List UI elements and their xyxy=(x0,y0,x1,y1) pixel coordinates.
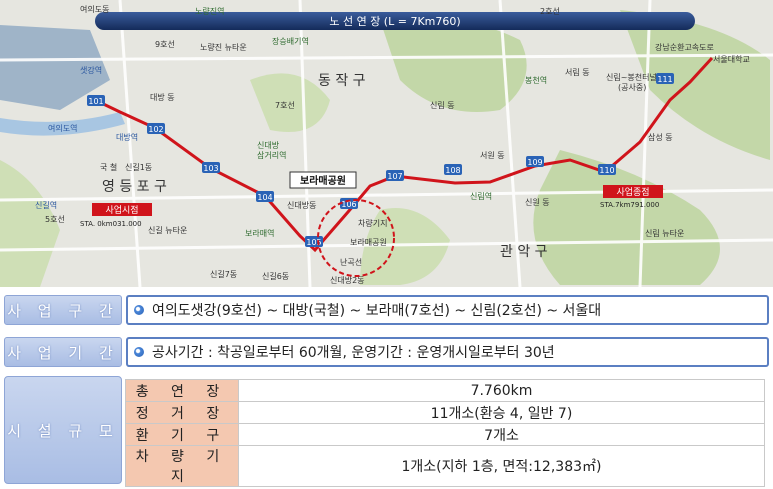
project-period-label: 사 업 기 간 xyxy=(4,337,122,367)
table-row: 총 연 장 7.760km xyxy=(125,379,765,402)
station-marker: 107 xyxy=(386,170,404,181)
svg-text:105: 105 xyxy=(306,238,321,247)
svg-text:109: 109 xyxy=(527,158,542,167)
district-label: 관 악 구 xyxy=(500,244,548,260)
svg-text:신림 뉴타운: 신림 뉴타운 xyxy=(645,228,684,238)
svg-text:신림 동: 신림 동 xyxy=(430,100,455,110)
end-label: 사업종점 xyxy=(616,186,649,198)
svg-text:샛강역: 샛강역 xyxy=(80,65,102,75)
station-marker: 101 xyxy=(87,95,105,106)
start-sta: STA. 0km031.000 xyxy=(80,220,142,228)
svg-text:대방역: 대방역 xyxy=(116,132,138,142)
svg-text:신원 동: 신원 동 xyxy=(525,198,550,207)
svg-text:난곡선: 난곡선 xyxy=(340,258,362,267)
svg-text:신대방동: 신대방동 xyxy=(287,200,316,210)
facility-key: 환 기 구 xyxy=(125,423,239,446)
table-row: 정 거 장 11개소(환승 4, 일반 7) xyxy=(125,401,765,424)
svg-text:102: 102 xyxy=(148,125,163,134)
svg-text:5호선: 5호선 xyxy=(45,215,65,224)
svg-text:신림역: 신림역 xyxy=(470,191,492,201)
station-marker: 108 xyxy=(444,164,462,175)
facility-value: 1개소(지하 1층, 면적:12,383㎡) xyxy=(238,445,765,487)
project-section-row: 사 업 구 간 여의도샛강(9호선) ~ 대방(국철) ~ 보라매(7호선) ~… xyxy=(4,295,769,325)
svg-text:(공사중): (공사중) xyxy=(618,83,646,92)
bullet-icon xyxy=(134,347,144,357)
svg-text:서울대학교: 서울대학교 xyxy=(713,54,750,64)
svg-text:104: 104 xyxy=(257,193,272,202)
svg-text:신림~봉천터널: 신림~봉천터널 xyxy=(606,72,657,82)
table-row: 환 기 구 7개소 xyxy=(125,423,765,446)
svg-text:서원 동: 서원 동 xyxy=(480,151,505,160)
svg-text:노량진역: 노량진역 xyxy=(195,6,224,16)
svg-text:신길역: 신길역 xyxy=(35,200,57,210)
svg-text:108: 108 xyxy=(445,166,460,175)
svg-text:삼거리역: 삼거리역 xyxy=(257,150,286,160)
svg-text:장승배기역: 장승배기역 xyxy=(272,36,309,46)
project-section-value-box: 여의도샛강(9호선) ~ 대방(국철) ~ 보라매(7호선) ~ 신림(2호선)… xyxy=(126,295,769,325)
station-marker: 102 xyxy=(147,123,165,134)
project-section-value: 여의도샛강(9호선) ~ 대방(국철) ~ 보라매(7호선) ~ 신림(2호선)… xyxy=(152,303,602,319)
svg-text:신대방: 신대방 xyxy=(257,140,280,150)
facility-key: 총 연 장 xyxy=(125,379,239,402)
svg-text:103: 103 xyxy=(203,164,218,173)
facility-label: 시 설 규 모 xyxy=(4,376,122,484)
svg-text:국 철: 국 철 xyxy=(100,162,117,172)
project-period-value: 공사기간 : 착공일로부터 60개월, 운영기간 : 운영개시일로부터 30년 xyxy=(152,345,555,361)
station-marker: 111 xyxy=(656,73,674,84)
district-label: 영 등 포 구 xyxy=(102,179,167,195)
station-marker: 105 xyxy=(305,236,323,247)
svg-text:신길6동: 신길6동 xyxy=(262,272,289,281)
facility-value: 11개소(환승 4, 일반 7) xyxy=(238,401,765,424)
end-sta: STA.7km791.000 xyxy=(600,201,659,209)
station-marker: 109 xyxy=(526,156,544,167)
svg-text:7호선: 7호선 xyxy=(275,101,295,110)
project-section-label: 사 업 구 간 xyxy=(4,295,122,325)
station-marker: 110 xyxy=(598,164,616,175)
station-marker: 103 xyxy=(202,162,220,173)
svg-text:삼성 동: 삼성 동 xyxy=(648,132,673,142)
bullet-icon xyxy=(134,305,144,315)
svg-text:110: 110 xyxy=(599,166,614,175)
svg-text:107: 107 xyxy=(387,172,402,181)
svg-text:101: 101 xyxy=(88,97,103,106)
svg-text:111: 111 xyxy=(657,75,672,84)
svg-text:여의도동: 여의도동 xyxy=(80,4,109,14)
svg-text:봉천역: 봉천역 xyxy=(525,75,547,85)
route-map: 노 선 연 장 (L = 7Km760) 동 작 구 영 등 포 구 관 악 구… xyxy=(0,0,773,287)
svg-text:강남순환고속도로: 강남순환고속도로 xyxy=(655,42,714,52)
project-period-value-box: 공사기간 : 착공일로부터 60개월, 운영기간 : 운영개시일로부터 30년 xyxy=(126,337,769,367)
svg-text:신길1동: 신길1동 xyxy=(125,163,152,172)
svg-text:신길7동: 신길7동 xyxy=(210,270,237,279)
facility-value: 7.760km xyxy=(238,379,765,402)
svg-text:보라매공원: 보라매공원 xyxy=(350,238,387,247)
svg-text:신길 뉴타운: 신길 뉴타운 xyxy=(148,226,187,235)
svg-text:서림 동: 서림 동 xyxy=(565,67,590,77)
district-label: 동 작 구 xyxy=(318,73,366,89)
focus-label: 보라매공원 xyxy=(300,174,346,187)
svg-text:2호선: 2호선 xyxy=(540,7,560,16)
svg-text:9호선: 9호선 xyxy=(155,40,175,49)
svg-text:노량진 뉴타운: 노량진 뉴타운 xyxy=(200,42,247,52)
project-period-row: 사 업 기 간 공사기간 : 착공일로부터 60개월, 운영기간 : 운영개시일… xyxy=(4,337,769,367)
table-row: 차 량 기 지 1개소(지하 1층, 면적:12,383㎡) xyxy=(125,445,765,487)
facility-value: 7개소 xyxy=(238,423,765,446)
facility-key: 차 량 기 지 xyxy=(125,445,239,487)
facility-key: 정 거 장 xyxy=(125,401,239,424)
svg-text:차량기지: 차량기지 xyxy=(358,218,387,228)
start-label: 사업시점 xyxy=(105,204,138,216)
svg-text:대방 동: 대방 동 xyxy=(150,92,175,102)
facility-table: 총 연 장 7.760km 정 거 장 11개소(환승 4, 일반 7) 환 기… xyxy=(125,379,765,487)
svg-text:여의도역: 여의도역 xyxy=(48,123,77,133)
station-marker: 104 xyxy=(256,191,274,202)
route-length: 노 선 연 장 (L = 7Km760) xyxy=(329,15,460,28)
svg-text:보라매역: 보라매역 xyxy=(245,228,274,238)
